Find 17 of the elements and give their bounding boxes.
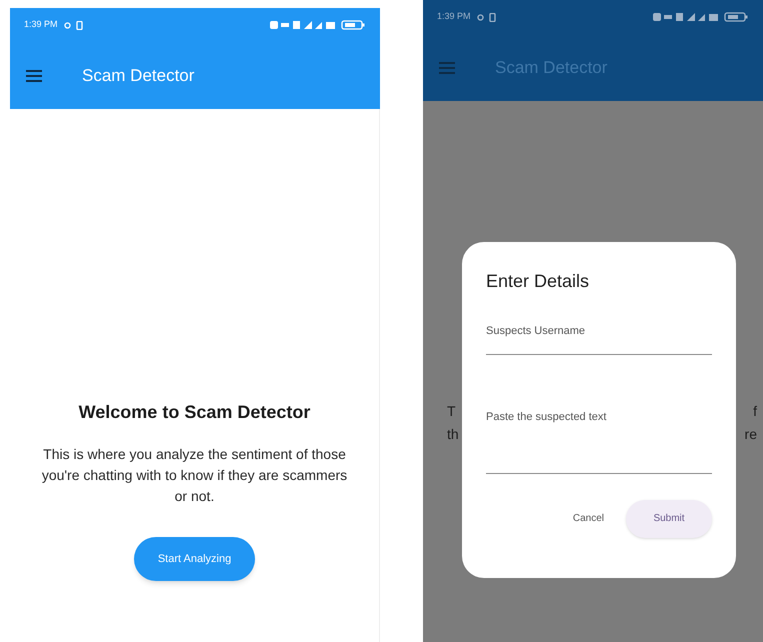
status-time: 1:39 PM [24,18,58,32]
submit-button[interactable]: Submit [626,500,712,538]
background-text: f [753,402,757,421]
welcome-description: This is where you analyze the sentiment of those you're chatting with to know if they are scammers or not. [40,445,348,506]
status-notification-icons [476,12,497,22]
menu-icon[interactable] [26,70,42,82]
background-text: T [447,402,456,421]
welcome-heading: Welcome to Scam Detector [78,401,310,424]
username-field[interactable]: Suspects Username [486,313,712,354]
background-text: th [447,425,459,444]
background-text: re [744,425,757,444]
app-title: Scam Detector [82,64,194,87]
status-notification-icons [64,20,84,30]
status-time: 1:39 PM [437,10,471,24]
dialog-title: Enter Details [486,270,590,293]
suspected-text-field[interactable]: Paste the suspected text [486,398,712,474]
cancel-button[interactable]: Cancel [560,500,616,538]
